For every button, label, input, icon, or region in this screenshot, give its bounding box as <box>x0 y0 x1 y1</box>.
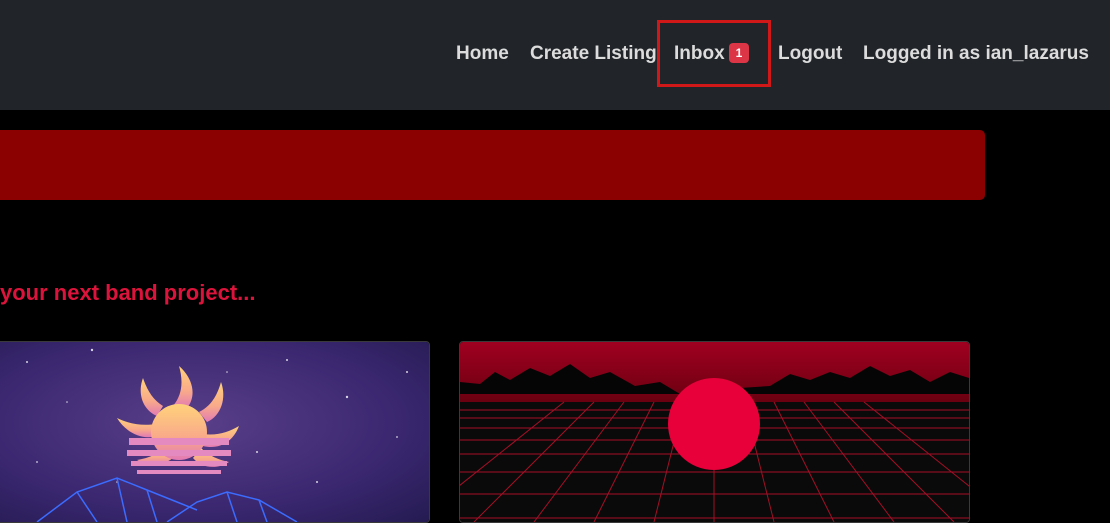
alert-banner <box>0 130 985 200</box>
nav-logout-link[interactable]: Logout <box>778 42 842 66</box>
listing-card[interactable] <box>459 341 970 523</box>
navbar: Home Create Listing Inbox 1 Logout Logged… <box>0 0 1110 110</box>
listing-card[interactable] <box>0 341 430 523</box>
inbox-highlight-box <box>657 20 771 87</box>
nav-create-listing-link[interactable]: Create Listing <box>530 42 657 66</box>
listing-card-image <box>460 342 969 522</box>
listing-card-image <box>0 342 429 522</box>
nav-home-link[interactable]: Home <box>456 42 509 66</box>
page-tagline: your next band project... <box>0 280 256 305</box>
red-sun-icon <box>668 378 760 470</box>
logged-in-user-text: Logged in as ian_lazarus <box>863 43 1089 64</box>
